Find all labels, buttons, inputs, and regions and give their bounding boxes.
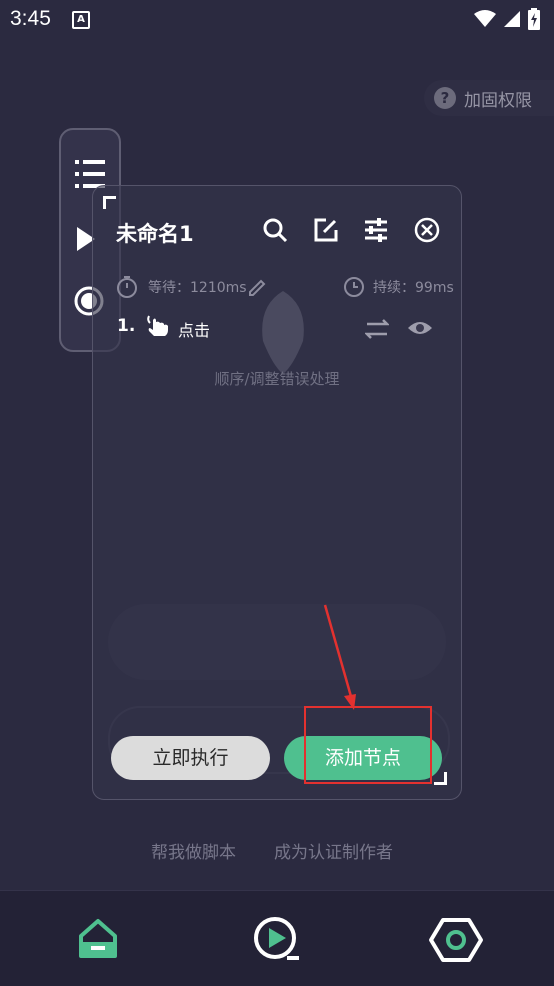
help-me-script-link[interactable]: 帮我做脚本	[151, 838, 236, 863]
sliders-icon[interactable]	[362, 216, 390, 244]
settings-hex-icon[interactable]	[428, 916, 484, 964]
home-icon[interactable]	[77, 918, 119, 960]
resize-corner-top-left[interactable]	[103, 196, 116, 209]
duration-label: 持续：99ms	[373, 280, 454, 296]
signal-icon	[504, 11, 520, 27]
step-number: 1.	[117, 316, 136, 336]
wait-time-label: 等待：1210ms	[148, 280, 247, 296]
close-circle-icon[interactable]	[413, 216, 441, 244]
watermark-logo-icon	[262, 291, 304, 374]
status-time: 3:45	[10, 7, 51, 30]
battery-icon	[528, 8, 540, 30]
edit-icon[interactable]	[312, 216, 340, 244]
become-author-link[interactable]: 成为认证制作者	[274, 838, 393, 863]
annotation-highlight-box	[304, 706, 432, 784]
run-now-button[interactable]: 立即执行	[111, 736, 270, 780]
step-label: 点击	[178, 321, 211, 340]
help-icon: ?	[434, 87, 456, 109]
eye-icon[interactable]	[407, 319, 433, 337]
system-icons	[474, 8, 540, 30]
ghost-hint: 顺序/调整错误处理	[214, 370, 340, 388]
annotation-arrow	[323, 604, 356, 710]
play-circle-icon[interactable]	[251, 914, 303, 964]
search-icon[interactable]	[261, 216, 289, 244]
permission-label: 加固权限	[464, 91, 532, 111]
wifi-icon	[474, 10, 496, 27]
tap-gesture-icon	[147, 315, 168, 336]
resize-corner-bottom-right[interactable]	[434, 772, 447, 785]
notification-icon: A	[72, 11, 90, 29]
timer-icon	[117, 276, 137, 298]
pencil-icon[interactable]	[247, 277, 267, 297]
swap-icon[interactable]	[365, 318, 389, 340]
bottom-navigation	[0, 890, 554, 986]
status-bar: 3:45 A	[0, 0, 554, 38]
permission-button[interactable]: ? 加固权限	[424, 80, 554, 116]
clock-icon	[344, 277, 364, 297]
dialog-title: 未命名1	[116, 222, 194, 246]
